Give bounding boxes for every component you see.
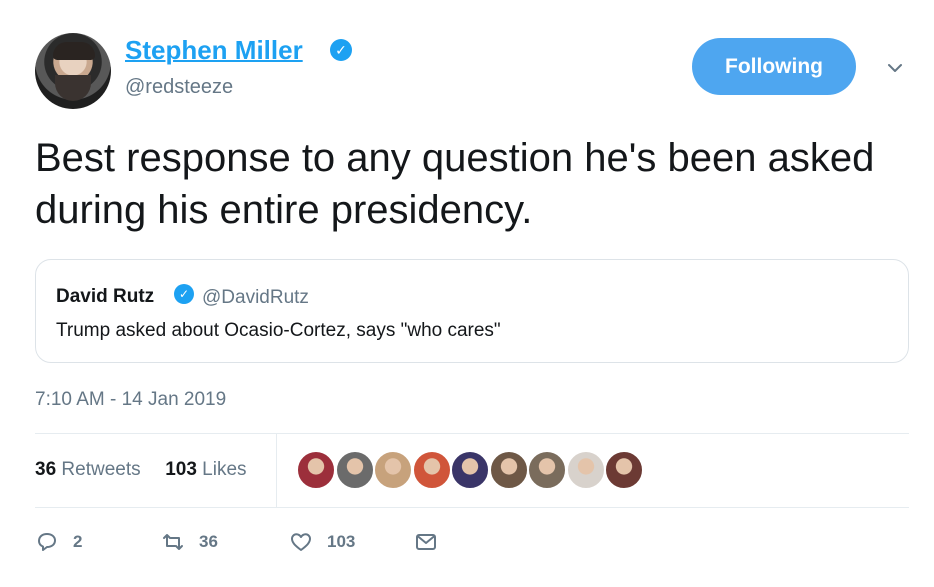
liker-avatar[interactable] (489, 451, 528, 489)
liker-avatar[interactable] (412, 451, 451, 489)
liker-avatar[interactable] (528, 451, 566, 489)
heart-icon (291, 533, 311, 551)
following-button[interactable]: Following (692, 38, 856, 95)
like-count: 103 (327, 532, 356, 551)
reply-button[interactable]: 2 (35, 530, 82, 554)
author-display-name[interactable]: Stephen Miller (125, 35, 303, 66)
retweet-count: 36 (199, 532, 218, 551)
retweet-button[interactable]: 36 (161, 530, 218, 554)
chevron-down-icon[interactable] (887, 60, 903, 76)
quoted-handle: @DavidRutz (202, 287, 309, 308)
retweets-count[interactable]: 36 (35, 459, 56, 480)
retweet-icon (163, 534, 183, 550)
quoted-display-name: David Rutz (56, 286, 155, 307)
retweets-label[interactable]: Retweets (61, 459, 140, 480)
avatar-beard (55, 75, 91, 101)
envelope-icon (416, 534, 436, 550)
liker-avatar[interactable] (605, 451, 643, 489)
liker-avatar[interactable] (451, 451, 489, 489)
direct-message-button[interactable] (414, 530, 438, 554)
stats-separator (276, 433, 277, 507)
liker-avatars (297, 451, 644, 489)
liker-avatar[interactable] (297, 451, 335, 489)
likes-label[interactable]: Likes (202, 459, 246, 480)
verified-badge-icon: ✓ (330, 39, 352, 61)
liker-avatar[interactable] (335, 451, 374, 489)
like-button[interactable]: 103 (289, 530, 355, 554)
liker-avatar[interactable] (566, 451, 605, 489)
likes-count[interactable]: 103 (165, 459, 197, 480)
author-avatar[interactable] (35, 33, 111, 109)
tweet-timestamp[interactable]: 7:10 AM - 14 Jan 2019 (35, 389, 226, 411)
divider (35, 507, 909, 508)
liker-avatar[interactable] (374, 451, 412, 489)
divider (35, 433, 909, 434)
tweet-stats: 36 Retweets 103 Likes (35, 459, 247, 481)
reply-count: 2 (73, 532, 83, 551)
quoted-tweet-text: Trump asked about Ocasio-Cortez, says "w… (56, 320, 501, 341)
author-handle[interactable]: @redsteeze (125, 76, 233, 99)
tweet-text: Best response to any question he's been … (35, 136, 875, 232)
reply-icon (38, 533, 56, 551)
quoted-tweet-card[interactable]: David Rutz ✓ @DavidRutz Trump asked abou… (35, 259, 909, 363)
quoted-verified-badge-icon: ✓ (174, 284, 194, 304)
avatar-hair (53, 42, 95, 60)
